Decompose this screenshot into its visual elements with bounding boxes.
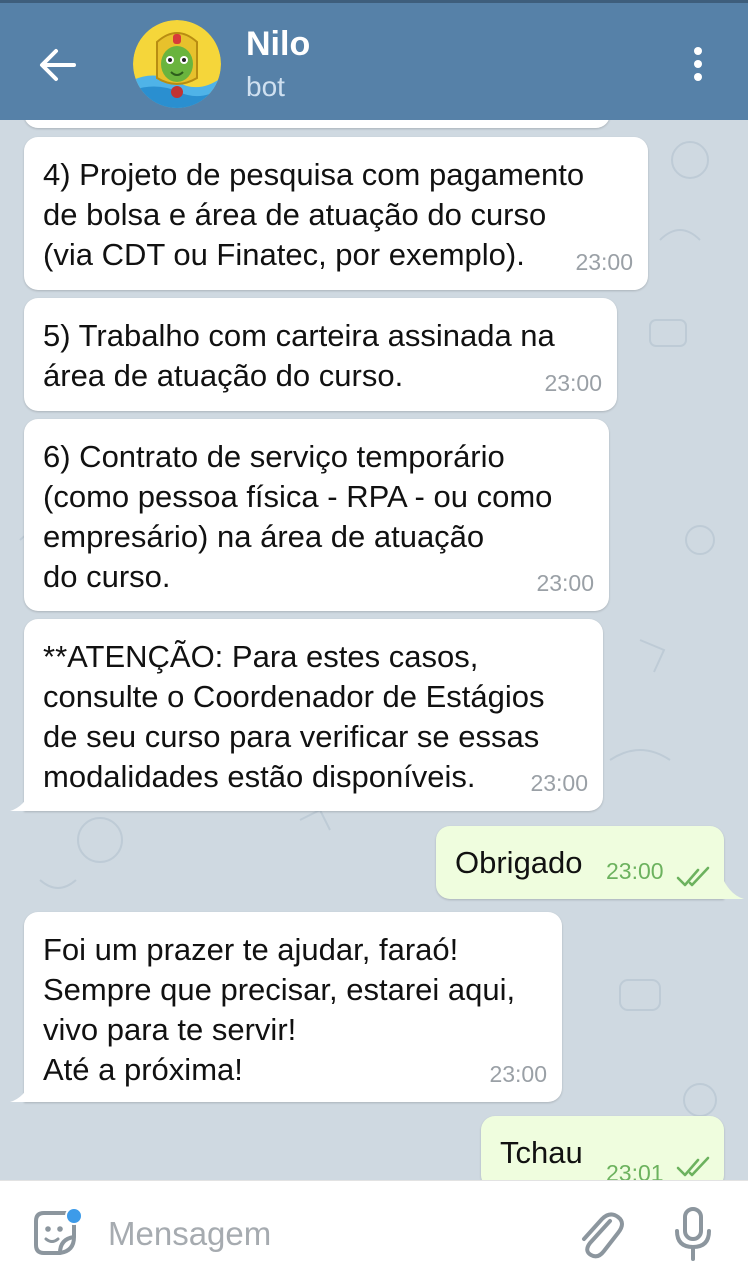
bubble-tail xyxy=(10,1080,32,1102)
message-line: Foi um prazer te ajudar, faraó! xyxy=(43,932,459,967)
double-check-icon xyxy=(676,866,710,887)
message-line: (como pessoa física - RPA - ou como xyxy=(43,479,553,514)
avatar[interactable] xyxy=(133,20,221,108)
microphone-icon xyxy=(675,1207,711,1261)
message-bubble[interactable]: **ATENÇÃO: Para estes casos, consulte o … xyxy=(24,619,603,811)
message-time: 23:00 xyxy=(489,1061,547,1087)
sticker-icon xyxy=(34,1207,83,1255)
more-vertical-icon xyxy=(694,47,702,81)
message-line: de bolsa e área de atuação do curso xyxy=(43,197,547,232)
mic-button[interactable] xyxy=(670,1205,716,1263)
arrow-left-icon xyxy=(40,49,76,81)
message-line: área de atuação do curso. xyxy=(43,358,404,393)
message-time: 23:00 xyxy=(530,770,588,796)
message-line: Até a próxima! xyxy=(43,1052,243,1087)
menu-button[interactable] xyxy=(684,43,712,87)
sticker-button[interactable] xyxy=(30,1207,84,1261)
message-time: 23:00 xyxy=(544,370,602,396)
message-bubble-outgoing[interactable]: Obrigado 23:00 xyxy=(436,826,724,899)
message-line: 6) Contrato de serviço temporário xyxy=(43,439,505,474)
message-line: modalidades estão disponíveis. xyxy=(43,759,476,794)
message-list[interactable]: 4) Projeto de pesquisa com pagamento de … xyxy=(0,120,748,1180)
chat-header: Nilo bot xyxy=(0,0,748,120)
message-line: consulte o Coordenador de Estágios xyxy=(43,679,545,714)
message-line: 4) Projeto de pesquisa com pagamento xyxy=(43,157,585,192)
message-line: Obrigado xyxy=(455,845,583,880)
message-line: empresário) na área de atuação xyxy=(43,519,485,554)
back-button[interactable] xyxy=(34,43,82,87)
message-bubble[interactable]: 4) Projeto de pesquisa com pagamento de … xyxy=(24,137,648,290)
chat-title[interactable]: Nilo xyxy=(246,25,310,64)
message-time: 23:00 xyxy=(606,858,664,884)
message-line: 5) Trabalho com carteira assinada na xyxy=(43,318,555,353)
message-line: Sempre que precisar, estarei aqui, xyxy=(43,972,516,1007)
composer xyxy=(0,1180,748,1280)
bubble-tail xyxy=(722,877,744,899)
paperclip-icon xyxy=(582,1212,624,1259)
message-input[interactable] xyxy=(108,1211,548,1257)
message-bubble-previous[interactable] xyxy=(24,120,610,128)
message-line: Tchau xyxy=(500,1135,583,1170)
chat-subtitle: bot xyxy=(246,71,285,102)
message-bubble[interactable]: 6) Contrato de serviço temporário (como … xyxy=(24,419,609,611)
bubble-tail xyxy=(10,789,32,811)
message-bubble[interactable]: Foi um prazer te ajudar, faraó! Sempre q… xyxy=(24,912,562,1102)
attach-button[interactable] xyxy=(574,1207,624,1261)
message-time: 23:01 xyxy=(606,1160,664,1180)
double-check-icon xyxy=(676,1156,710,1177)
message-bubble[interactable]: 5) Trabalho com carteira assinada na áre… xyxy=(24,298,617,411)
message-line: de seu curso para verificar se essas xyxy=(43,719,540,754)
message-time: 23:00 xyxy=(536,570,594,596)
message-line: **ATENÇÃO: Para estes casos, xyxy=(43,639,479,674)
message-bubble-outgoing[interactable]: Tchau 23:01 xyxy=(481,1116,724,1180)
message-line: vivo para te servir! xyxy=(43,1012,297,1047)
message-line: do curso. xyxy=(43,559,171,594)
message-line: (via CDT ou Finatec, por exemplo). xyxy=(43,237,525,272)
message-time: 23:00 xyxy=(575,249,633,275)
notification-dot xyxy=(65,1207,83,1225)
